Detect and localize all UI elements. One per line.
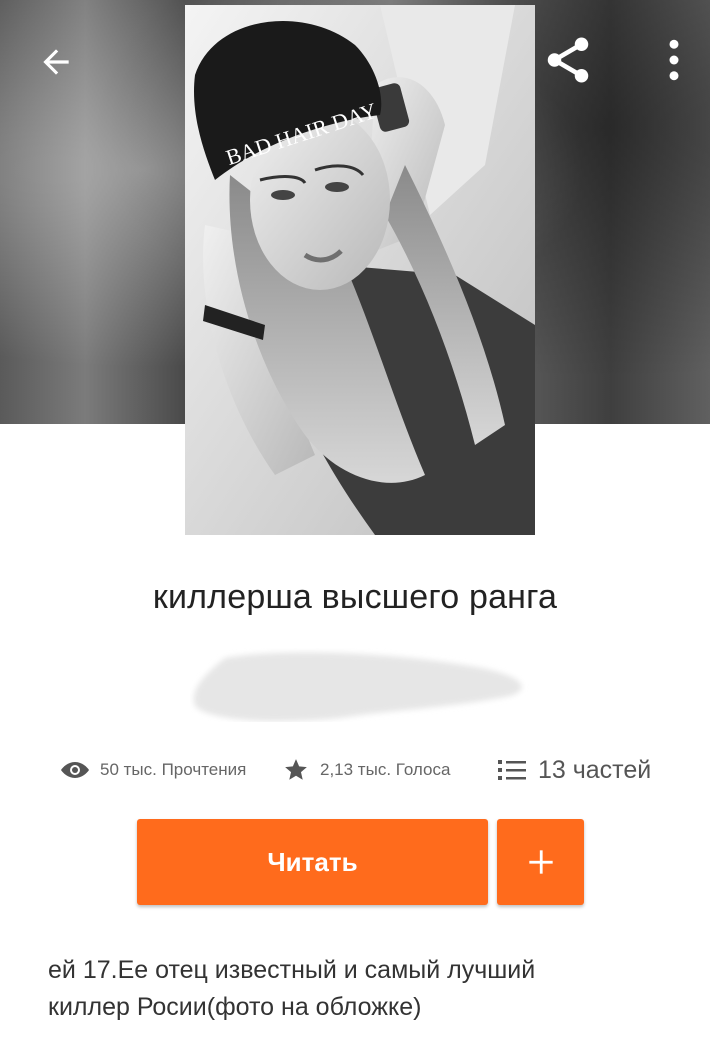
parts-count: 13 частей [538,755,652,784]
share-icon [547,37,589,83]
story-description: ей 17.Ее отец известный и самый лучший к… [48,952,668,1026]
parts-stat[interactable]: 13 частей [498,752,651,788]
more-vertical-icon [669,39,679,81]
description-line: ей 17.Ее отец известный и самый лучший [48,956,536,984]
share-button[interactable] [540,32,596,88]
votes-stat: 2,13 тыс. Голоса [282,752,450,788]
star-icon [285,759,307,780]
add-to-library-button[interactable] [497,819,584,905]
votes-count: 2,13 тыс. Голоса [320,760,451,779]
story-stats: 50 тыс. Прочтения 2,13 тыс. Голоса 13 ча… [0,752,710,788]
book-cover[interactable]: BAD HAIR DAY [185,5,535,535]
eye-icon [61,762,89,778]
plus-icon [528,850,553,874]
description-line: киллер Росии(фото на обложке) [48,993,422,1021]
cover-photo: BAD HAIR DAY [185,5,535,535]
author-name-redacted [193,652,522,722]
reads-stat: 50 тыс. Прочтения [60,752,246,788]
list-icon [498,760,526,780]
reads-count: 50 тыс. Прочтения [100,760,247,779]
back-button[interactable] [28,34,84,90]
more-options-button[interactable] [646,32,702,88]
read-button-label: Читать [267,846,358,877]
arrow-left-icon [43,49,69,75]
story-title: киллерша высшего ранга [152,578,558,616]
read-button[interactable]: Читать [137,819,488,905]
